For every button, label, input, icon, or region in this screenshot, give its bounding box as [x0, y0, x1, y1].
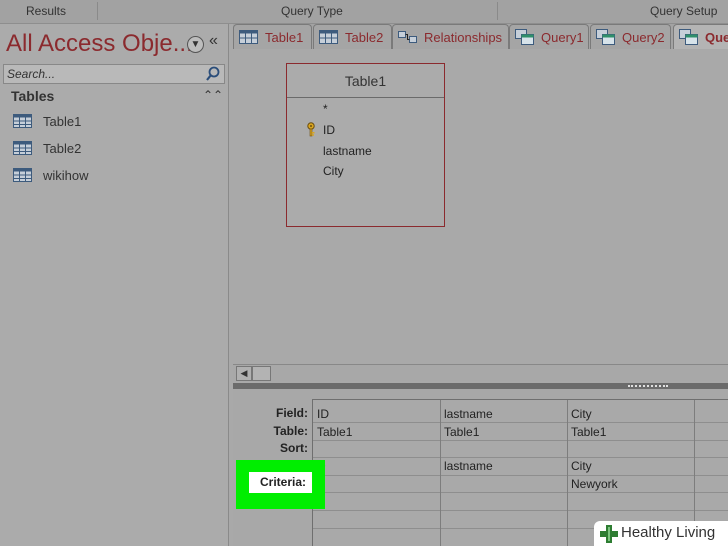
nav-section-tables[interactable]: Tables: [11, 88, 54, 104]
search-placeholder: Search...: [7, 67, 56, 81]
grid-cell-field[interactable]: ID: [317, 407, 329, 421]
nav-pane-title[interactable]: All Access Obje...: [6, 30, 193, 58]
tab-label: Query1: [541, 30, 584, 45]
table-icon: [319, 30, 338, 44]
grid-row-label-sort: Sort:: [280, 441, 308, 455]
grid-line: [313, 492, 728, 493]
horizontal-scrollbar[interactable]: ◀: [233, 364, 728, 381]
grid-cell-field[interactable]: lastname: [444, 407, 493, 421]
field-list-table1[interactable]: Table1 * ID lastname City: [286, 63, 445, 227]
tab-label: Table2: [345, 30, 384, 45]
search-icon[interactable]: [205, 66, 222, 82]
ribbon-group-labels: Results Query Type Query Setup: [0, 0, 728, 24]
grid-line: [313, 422, 728, 423]
grid-line: [313, 457, 728, 458]
field-list-title[interactable]: Table1: [287, 64, 444, 98]
grid-row-label-criteria: Criteria:: [249, 472, 312, 493]
query-icon: [515, 29, 534, 45]
primary-key-icon: [307, 122, 315, 137]
ribbon-separator: [497, 2, 498, 20]
tab-table1[interactable]: Table1: [233, 24, 312, 49]
field-list-item-all[interactable]: *: [323, 102, 328, 116]
field-list-item-lastname[interactable]: lastname: [323, 144, 372, 158]
splitter-grip[interactable]: [628, 385, 668, 387]
grid-cell-criteria[interactable]: Newyork: [571, 477, 618, 491]
grid-line: [313, 440, 728, 441]
chevron-down-icon[interactable]: ▼: [187, 36, 204, 53]
grid-row-label-field: Field:: [276, 406, 308, 420]
nav-item-label: Table2: [43, 141, 82, 156]
tab-query1[interactable]: Query1: [509, 24, 589, 49]
grid-cell-show[interactable]: lastname: [444, 459, 493, 473]
table-icon: [13, 168, 32, 182]
tab-query2[interactable]: Query2: [590, 24, 671, 49]
tab-label: Table1: [265, 30, 304, 45]
tab-relationships[interactable]: Relationships: [392, 24, 509, 49]
tab-table2[interactable]: Table2: [313, 24, 392, 49]
tab-label: Que: [705, 30, 728, 45]
tab-query3-active[interactable]: Que: [673, 24, 728, 49]
relationships-icon: [398, 31, 417, 43]
grid-row-label-table: Table:: [273, 424, 308, 438]
tab-label: Relationships: [424, 30, 503, 45]
grid-cell-table[interactable]: Table1: [444, 425, 479, 439]
grid-line: [567, 400, 568, 546]
grid-cell-field[interactable]: City: [571, 407, 592, 421]
grid-cell-table[interactable]: Table1: [571, 425, 606, 439]
query-design-surface[interactable]: Table1 * ID lastname City: [233, 49, 728, 364]
table-icon: [13, 114, 32, 128]
field-list-item-city[interactable]: City: [323, 164, 344, 178]
grid-cell-show[interactable]: City: [571, 459, 592, 473]
chevron-up-icon[interactable]: ⌃⌃: [203, 88, 223, 102]
collapse-pane-icon[interactable]: «: [209, 32, 218, 50]
watermark-text: Healthy Living: [621, 524, 716, 541]
grid-cell-table[interactable]: Table1: [317, 425, 352, 439]
ribbon-separator: [97, 2, 98, 20]
field-list-item-id[interactable]: ID: [323, 123, 335, 137]
nav-item-label: Table1: [43, 114, 82, 129]
grid-line: [313, 475, 728, 476]
watermark: Healthy Living: [594, 521, 728, 546]
tab-label: Query2: [622, 30, 665, 45]
grid-line: [313, 510, 728, 511]
query-icon: [679, 29, 698, 45]
table-icon: [239, 30, 258, 44]
healthy-living-logo-icon: [600, 525, 618, 543]
navigation-pane: All Access Obje... ▼ « Search... Tables …: [0, 24, 229, 546]
criteria-highlight: Criteria:: [236, 460, 325, 509]
ribbon-group-results: Results: [26, 4, 67, 18]
scroll-left-arrow-icon[interactable]: ◀: [236, 366, 252, 381]
scrollbar-thumb[interactable]: [252, 366, 271, 381]
object-tabs: Table1 Table2 Relationships Query1 Query…: [233, 24, 728, 49]
nav-search-input[interactable]: Search...: [3, 64, 225, 84]
ribbon-group-query-setup: Query Setup: [650, 4, 718, 18]
query-icon: [596, 29, 615, 45]
table-icon: [13, 141, 32, 155]
nav-item-label: wikihow: [43, 168, 89, 183]
ribbon-group-query-type: Query Type: [281, 4, 343, 18]
grid-line: [440, 400, 441, 546]
